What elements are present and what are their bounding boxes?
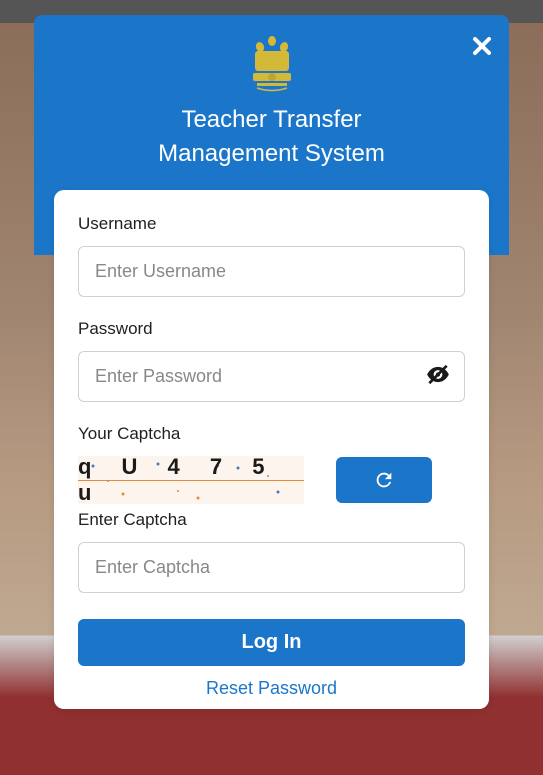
emblem-icon [247,33,297,95]
username-label: Username [78,214,465,234]
toggle-password-button[interactable] [425,361,451,392]
captcha-input[interactable] [78,542,465,593]
password-label: Password [78,319,465,339]
captcha-row: q U 4 7 5 u [78,456,465,504]
login-button[interactable]: Log In [78,619,465,666]
reload-captcha-button[interactable] [336,457,432,503]
login-modal: Teacher Transfer Management System Usern… [34,15,509,709]
title-line-1: Teacher Transfer [181,106,361,133]
captcha-image: q U 4 7 5 u [78,456,304,504]
reload-icon [373,469,395,491]
captcha-text: q U 4 7 5 u [78,456,304,504]
modal-overlay: Teacher Transfer Management System Usern… [0,0,543,775]
password-input[interactable] [78,351,465,402]
title-line-2: Management System [158,140,385,167]
username-group: Username [78,214,465,297]
username-input[interactable] [78,246,465,297]
captcha-section: Your Captcha [78,424,465,593]
enter-captcha-label: Enter Captcha [78,510,465,530]
modal-title: Teacher Transfer Management System [54,103,489,170]
close-icon [473,37,491,55]
captcha-label: Your Captcha [78,424,465,444]
password-group: Password [78,319,465,402]
login-form: Username Password Your [54,190,489,709]
close-button[interactable] [473,33,491,59]
password-wrapper [78,351,465,402]
reset-password-link[interactable]: Reset Password [78,678,465,699]
eye-off-icon [425,361,451,387]
